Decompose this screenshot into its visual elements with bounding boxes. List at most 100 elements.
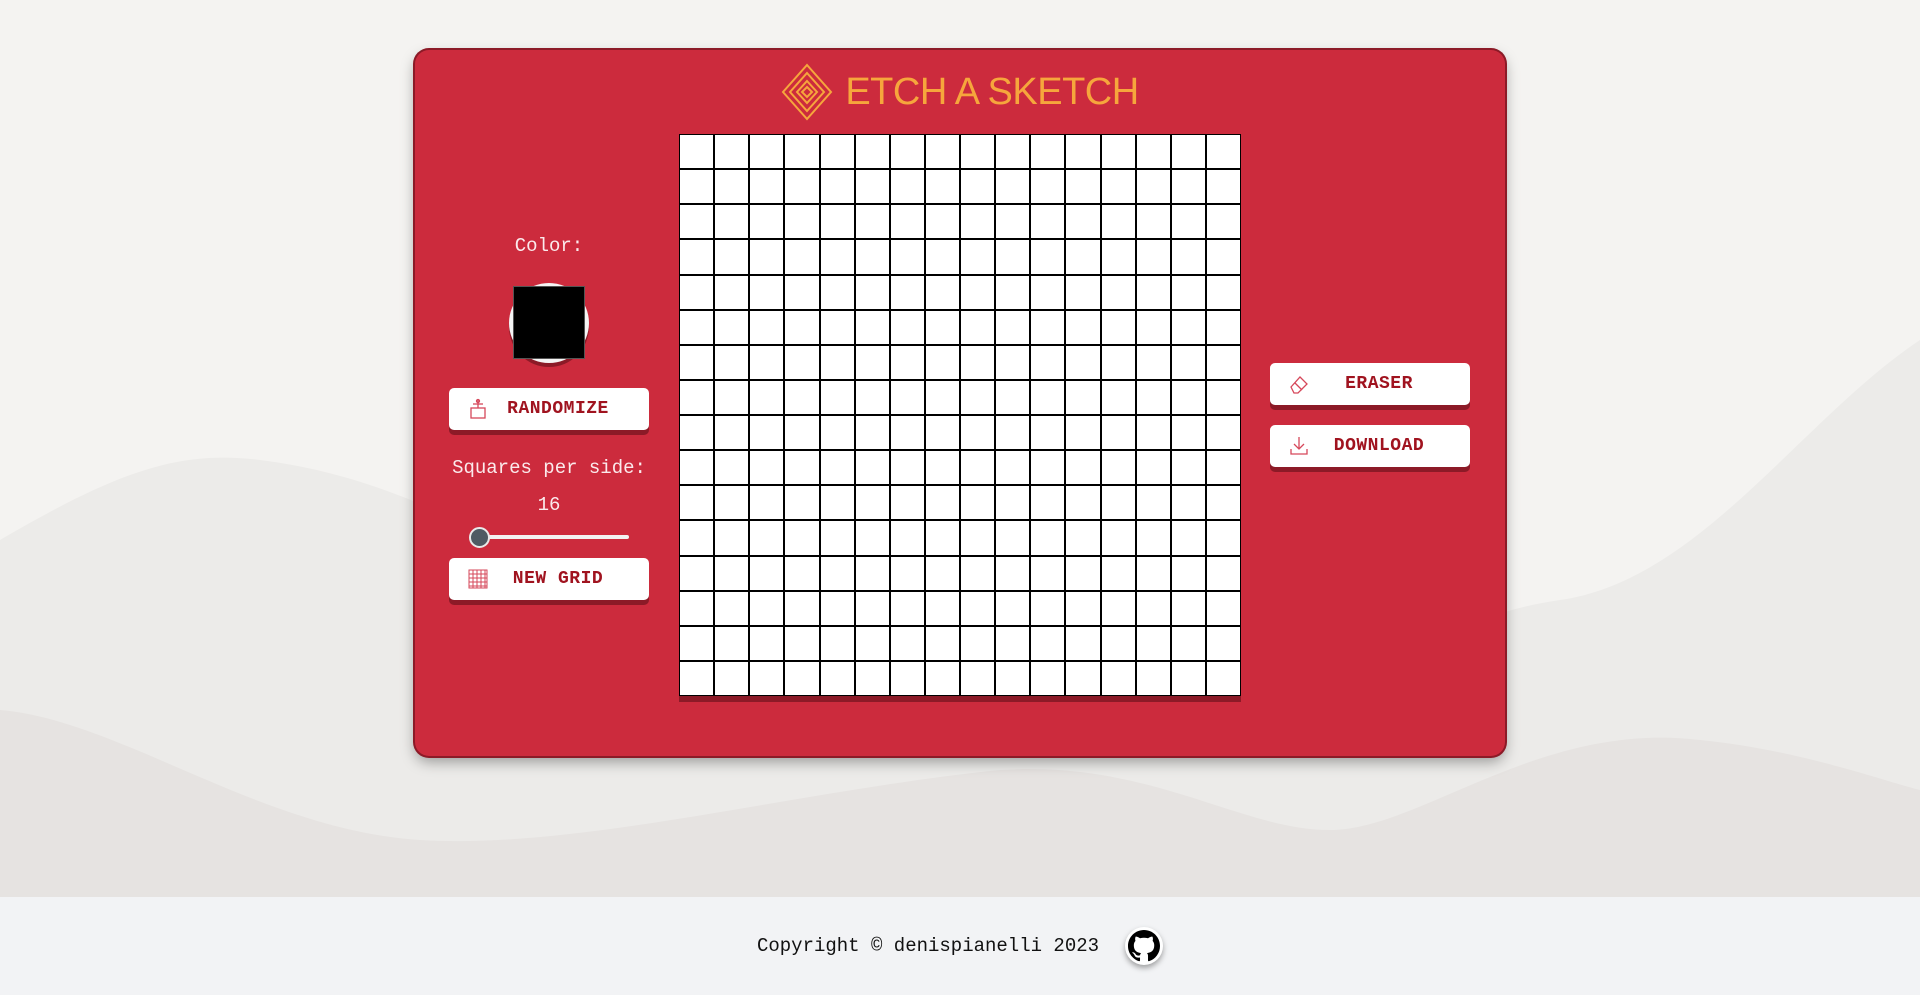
grid-cell[interactable] <box>680 556 714 590</box>
grid-cell[interactable] <box>1136 345 1170 379</box>
grid-cell[interactable] <box>680 451 714 485</box>
grid-cell[interactable] <box>1136 451 1170 485</box>
slider-thumb[interactable] <box>469 527 490 548</box>
grid-cell[interactable] <box>820 310 854 344</box>
grid-cell[interactable] <box>750 556 784 590</box>
sketch-grid[interactable] <box>679 134 1241 696</box>
grid-cell[interactable] <box>1066 240 1100 274</box>
grid-cell[interactable] <box>820 240 854 274</box>
grid-cell[interactable] <box>961 345 995 379</box>
grid-cell[interactable] <box>855 205 889 239</box>
grid-cell[interactable] <box>961 275 995 309</box>
grid-cell[interactable] <box>1066 451 1100 485</box>
grid-cell[interactable] <box>785 205 819 239</box>
grid-cell[interactable] <box>820 135 854 169</box>
grid-cell[interactable] <box>680 591 714 625</box>
grid-cell[interactable] <box>1136 626 1170 660</box>
grid-cell[interactable] <box>715 416 749 450</box>
grid-cell[interactable] <box>1031 626 1065 660</box>
grid-cell[interactable] <box>996 275 1030 309</box>
grid-cell[interactable] <box>750 451 784 485</box>
grid-cell[interactable] <box>996 451 1030 485</box>
grid-cell[interactable] <box>785 170 819 204</box>
grid-cell[interactable] <box>925 345 959 379</box>
grid-cell[interactable] <box>961 556 995 590</box>
grid-cell[interactable] <box>1136 275 1170 309</box>
grid-cell[interactable] <box>925 170 959 204</box>
grid-cell[interactable] <box>1171 135 1205 169</box>
grid-cell[interactable] <box>785 591 819 625</box>
grid-cell[interactable] <box>1066 135 1100 169</box>
grid-cell[interactable] <box>1066 345 1100 379</box>
grid-cell[interactable] <box>996 521 1030 555</box>
grid-cell[interactable] <box>855 591 889 625</box>
grid-cell[interactable] <box>890 275 924 309</box>
grid-cell[interactable] <box>680 345 714 379</box>
grid-cell[interactable] <box>750 240 784 274</box>
grid-cell[interactable] <box>996 591 1030 625</box>
color-swatch[interactable] <box>513 286 585 359</box>
grid-cell[interactable] <box>1136 380 1170 414</box>
grid-cell[interactable] <box>1066 521 1100 555</box>
grid-cell[interactable] <box>1031 591 1065 625</box>
grid-cell[interactable] <box>996 240 1030 274</box>
grid-cell[interactable] <box>1101 416 1135 450</box>
grid-cell[interactable] <box>820 451 854 485</box>
grid-cell[interactable] <box>1101 135 1135 169</box>
grid-cell[interactable] <box>890 591 924 625</box>
grid-cell[interactable] <box>890 661 924 695</box>
grid-cell[interactable] <box>680 380 714 414</box>
grid-cell[interactable] <box>890 205 924 239</box>
grid-cell[interactable] <box>750 275 784 309</box>
grid-cell[interactable] <box>1206 451 1240 485</box>
grid-cell[interactable] <box>785 661 819 695</box>
grid-cell[interactable] <box>1066 556 1100 590</box>
grid-cell[interactable] <box>890 626 924 660</box>
grid-cell[interactable] <box>1136 310 1170 344</box>
grid-cell[interactable] <box>1066 416 1100 450</box>
grid-cell[interactable] <box>785 556 819 590</box>
grid-cell[interactable] <box>1171 416 1205 450</box>
grid-cell[interactable] <box>680 416 714 450</box>
grid-cell[interactable] <box>1206 591 1240 625</box>
grid-cell[interactable] <box>1206 135 1240 169</box>
grid-cell[interactable] <box>1101 310 1135 344</box>
grid-cell[interactable] <box>750 591 784 625</box>
grid-cell[interactable] <box>785 416 819 450</box>
grid-cell[interactable] <box>715 521 749 555</box>
grid-cell[interactable] <box>785 626 819 660</box>
grid-cell[interactable] <box>1031 345 1065 379</box>
grid-cell[interactable] <box>996 416 1030 450</box>
grid-cell[interactable] <box>996 380 1030 414</box>
grid-cell[interactable] <box>855 275 889 309</box>
grid-cell[interactable] <box>1206 205 1240 239</box>
grid-cell[interactable] <box>961 310 995 344</box>
grid-cell[interactable] <box>925 521 959 555</box>
grid-cell[interactable] <box>855 486 889 520</box>
grid-cell[interactable] <box>855 310 889 344</box>
grid-cell[interactable] <box>1171 205 1205 239</box>
grid-cell[interactable] <box>890 416 924 450</box>
grid-cell[interactable] <box>1206 380 1240 414</box>
grid-cell[interactable] <box>750 661 784 695</box>
grid-cell[interactable] <box>1066 310 1100 344</box>
grid-cell[interactable] <box>750 380 784 414</box>
grid-cell[interactable] <box>715 135 749 169</box>
grid-cell[interactable] <box>996 310 1030 344</box>
grid-cell[interactable] <box>855 521 889 555</box>
grid-cell[interactable] <box>820 275 854 309</box>
grid-cell[interactable] <box>785 345 819 379</box>
grid-cell[interactable] <box>820 345 854 379</box>
grid-cell[interactable] <box>820 416 854 450</box>
grid-cell[interactable] <box>1066 591 1100 625</box>
grid-cell[interactable] <box>715 240 749 274</box>
grid-cell[interactable] <box>715 486 749 520</box>
grid-cell[interactable] <box>996 205 1030 239</box>
grid-cell[interactable] <box>1031 135 1065 169</box>
grid-cell[interactable] <box>925 240 959 274</box>
grid-cell[interactable] <box>961 205 995 239</box>
grid-cell[interactable] <box>1031 380 1065 414</box>
grid-cell[interactable] <box>890 240 924 274</box>
grid-cell[interactable] <box>750 416 784 450</box>
grid-cell[interactable] <box>785 135 819 169</box>
